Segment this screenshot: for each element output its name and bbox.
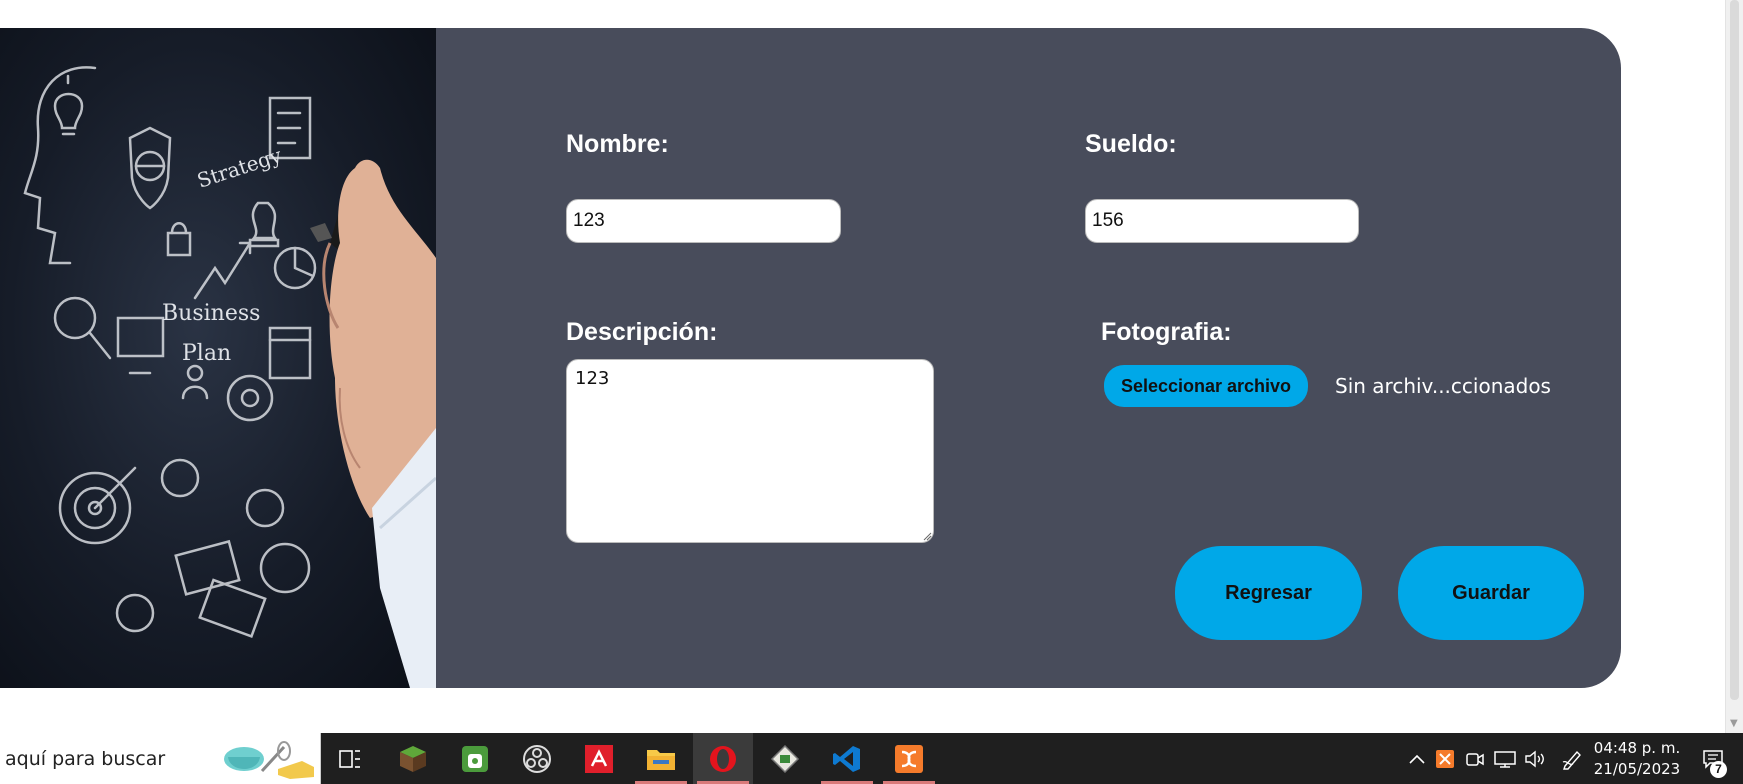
clock-date: 21/05/2023 [1593, 760, 1681, 778]
sueldo-input[interactable] [1085, 199, 1359, 243]
select-file-button[interactable]: Seleccionar archivo [1104, 365, 1308, 407]
fotografia-label: Fotografia: [1101, 318, 1232, 346]
tray-pen[interactable] [1558, 733, 1586, 784]
minecraft-icon [400, 745, 426, 772]
file-explorer-app[interactable] [631, 733, 691, 784]
notification-count-badge: 7 [1710, 761, 1727, 778]
vscode-icon [833, 745, 860, 772]
opera-app[interactable] [693, 733, 753, 784]
vscode-app[interactable] [817, 733, 877, 784]
plan-text: Plan [182, 341, 231, 366]
show-hidden-icons-button[interactable] [1404, 733, 1430, 784]
business-text: Business [162, 301, 260, 326]
guardar-button[interactable]: Guardar [1398, 546, 1584, 640]
obs-app[interactable] [507, 733, 567, 784]
page-scrollbar[interactable]: ▼ [1725, 0, 1743, 733]
tray-xampp[interactable] [1432, 733, 1458, 784]
clock-time: 04:48 p. m. [1593, 739, 1681, 757]
scrollbar-thumb[interactable] [1730, 0, 1739, 700]
obs-icon [523, 744, 551, 773]
pixel-app-icon [770, 744, 800, 773]
scroll-down-icon[interactable]: ▼ [1730, 718, 1738, 729]
resize-grip-icon[interactable] [922, 531, 932, 541]
strategy-text: Strategy [194, 143, 285, 193]
form-card: Strategy Business Plan Nombre: Sueldo: D… [0, 28, 1621, 688]
taskbar: aquí para buscar 04:48 p. m. 21/05/2023 … [0, 733, 1743, 784]
minecraft-app[interactable] [383, 733, 443, 784]
file-status-text: Sin archiv...ccionados [1335, 374, 1551, 398]
opera-icon [710, 745, 736, 772]
chalkboard-drawing: Strategy Business Plan [23, 66, 436, 688]
search-placeholder: aquí para buscar [5, 748, 166, 770]
tray-xampp-icon [1436, 749, 1454, 768]
amd-app[interactable] [569, 733, 629, 784]
android-studio-icon [462, 745, 488, 772]
business-plan-image: Strategy Business Plan [0, 28, 436, 688]
xampp-icon [895, 744, 923, 773]
xampp-app[interactable] [879, 733, 939, 784]
pixel-app[interactable] [755, 733, 815, 784]
hand-with-marker [310, 159, 436, 688]
descripcion-label: Descripción: [566, 318, 718, 346]
regresar-button[interactable]: Regresar [1175, 546, 1362, 640]
network-icon [1494, 750, 1516, 768]
descripcion-textarea[interactable]: 123 [566, 359, 934, 543]
amd-icon [585, 744, 613, 773]
task-view-button[interactable] [320, 733, 380, 784]
taskbar-clock[interactable]: 04:48 p. m. 21/05/2023 [1592, 738, 1682, 780]
nombre-label: Nombre: [566, 130, 669, 158]
pen-workspace-icon [1562, 750, 1581, 770]
volume-icon [1525, 750, 1544, 767]
tray-meet[interactable] [1462, 733, 1488, 784]
search-highlight-icon [224, 741, 314, 779]
sueldo-label: Sueldo: [1085, 130, 1177, 158]
nombre-input[interactable] [566, 199, 841, 243]
chevron-up-icon [1409, 754, 1425, 764]
meet-now-icon [1466, 752, 1484, 766]
taskbar-search[interactable]: aquí para buscar [0, 733, 321, 784]
file-explorer-icon [647, 749, 675, 770]
tray-volume[interactable] [1522, 733, 1548, 784]
task-view-icon [339, 749, 360, 768]
tray-network[interactable] [1492, 733, 1518, 784]
android-studio-app[interactable] [445, 733, 505, 784]
